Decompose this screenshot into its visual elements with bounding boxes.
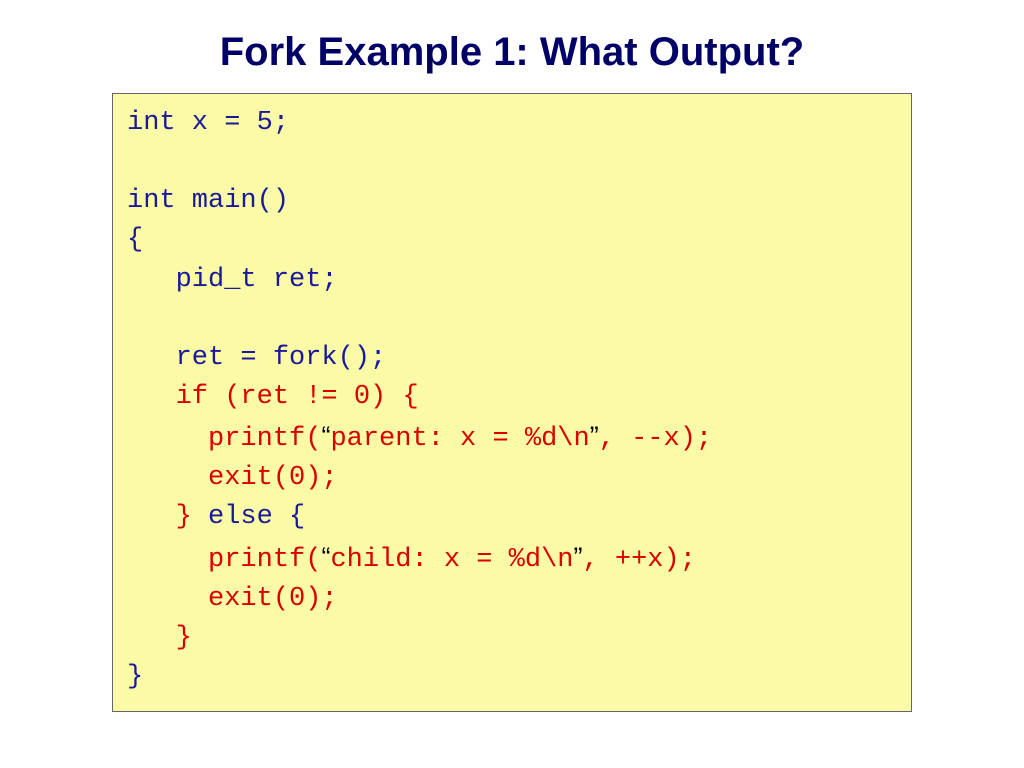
code-line: } xyxy=(127,662,143,692)
code-block: int x = 5; int main() { pid_t ret; ret =… xyxy=(112,93,912,712)
code-line: exit(0); xyxy=(127,584,338,614)
code-line: printf(“parent: x = %d\n”, --x); xyxy=(127,424,712,454)
code-line: { xyxy=(127,225,143,255)
code-line: pid_t ret; xyxy=(127,265,338,295)
code-line: exit(0); xyxy=(127,463,338,493)
code-line: int main() xyxy=(127,186,289,216)
code-line: ret = fork(); xyxy=(127,343,386,373)
code-line: } xyxy=(127,623,192,653)
code-line: if (ret != 0) { xyxy=(127,382,419,412)
slide: Fork Example 1: What Output? int x = 5; … xyxy=(0,0,1024,768)
slide-title: Fork Example 1: What Output? xyxy=(0,30,1024,75)
code-line: } else { xyxy=(127,502,305,532)
code-line: printf(“child: x = %d\n”, ++x); xyxy=(127,545,696,575)
code-line: int x = 5; xyxy=(127,108,289,138)
